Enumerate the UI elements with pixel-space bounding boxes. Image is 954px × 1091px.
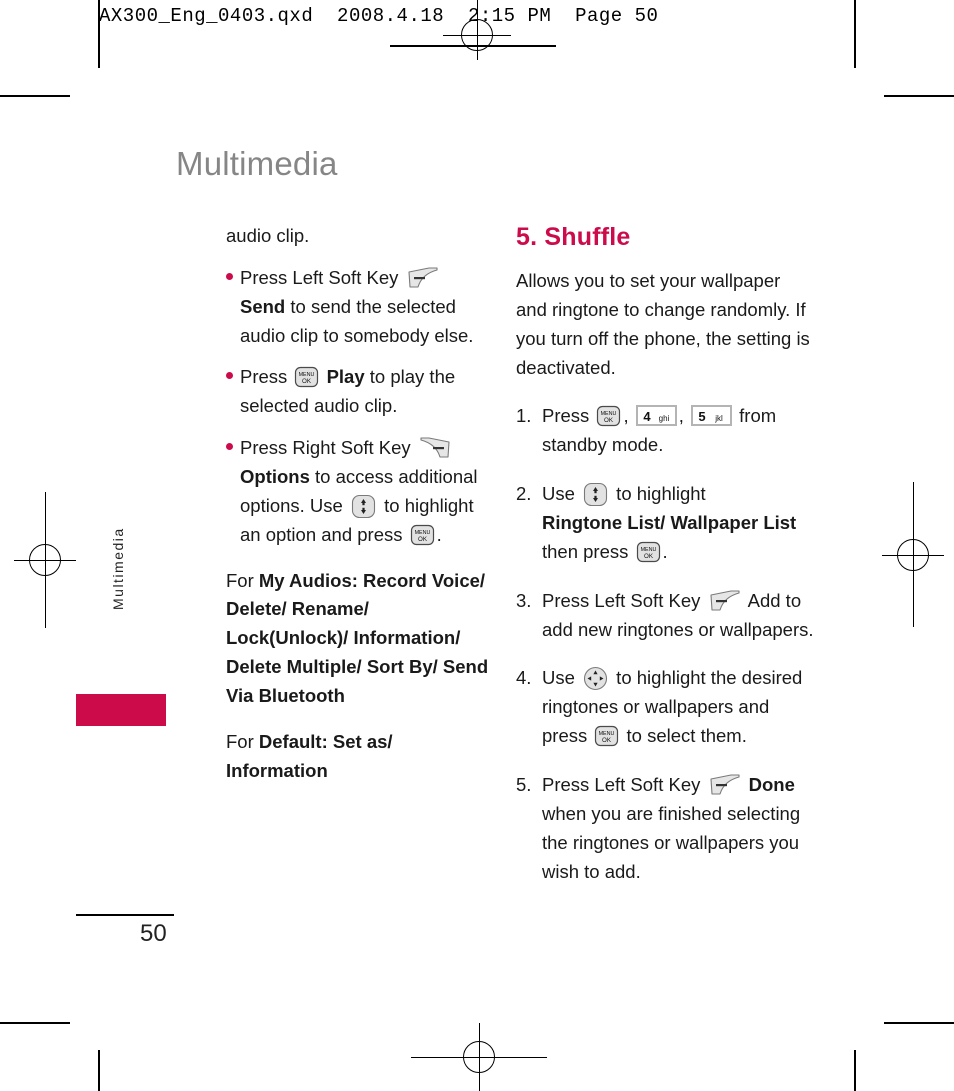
list-item: Press MENU OK Play to play the selected a… <box>226 363 494 421</box>
default-paragraph: For Default: Set as/ Information <box>226 730 393 781</box>
list-item: Press Left Soft Key Send to send the sel… <box>226 264 494 351</box>
svg-text:jkl: jkl <box>714 414 723 423</box>
svg-text:4: 4 <box>643 409 651 424</box>
step-number: 1. <box>516 405 532 427</box>
slug-underline <box>390 45 556 47</box>
registration-mark-right <box>882 482 944 627</box>
chapter-tab <box>76 694 166 726</box>
fourway-nav-key-icon <box>583 666 608 691</box>
menu-ok-key-icon: MENU OK <box>410 524 435 546</box>
step-number: 3. <box>516 589 532 611</box>
svg-text:OK: OK <box>418 536 428 543</box>
left-soft-key-icon <box>709 774 741 796</box>
svg-text:OK: OK <box>644 553 654 560</box>
section-intro-paragraph: Allows you to set your wallpaper and rin… <box>516 270 810 378</box>
section-heading: 5. Shuffle <box>516 223 631 251</box>
list-item: Press Right Soft Key Options to access a… <box>226 434 494 549</box>
left-soft-key-icon <box>407 267 439 289</box>
registration-mark-left <box>14 492 76 628</box>
menu-ok-key-icon: MENU OK <box>294 366 319 388</box>
list-item: 2. Use to highlight Ringtone List/ Wallp… <box>516 480 816 567</box>
crop-mark-bottom-left-vertical <box>98 1050 100 1091</box>
svg-text:OK: OK <box>602 737 612 744</box>
svg-text:5: 5 <box>698 409 705 424</box>
left-column: audio clip. Press Left Soft Key Send to … <box>226 222 494 799</box>
chapter-side-label: Multimedia <box>110 527 126 610</box>
list-item: 3. Press Left Soft Key Add to add new ri… <box>516 587 816 645</box>
list-item: 4. Use to highlight the desired ringtone… <box>516 664 816 751</box>
right-column: 5. Shuffle Allows you to set your wallpa… <box>516 218 816 906</box>
crop-mark-bottom-left-horizontal <box>0 1022 70 1024</box>
list-item: 1. Press MENU OK , 4 ghi , 5 jkl from stand… <box>516 402 816 460</box>
print-slug: AX300_Eng_0403.qxd 2008.4.18 2:15 PM Pag… <box>99 5 659 27</box>
updown-nav-key-icon <box>583 482 608 507</box>
step-number: 4. <box>516 667 532 689</box>
folio-rule <box>76 914 174 916</box>
crop-mark-bottom-right-vertical <box>854 1050 856 1091</box>
step-number: 2. <box>516 483 532 505</box>
svg-text:ghi: ghi <box>658 414 669 423</box>
left-soft-key-icon <box>709 590 741 612</box>
left-bullet-list: Press Left Soft Key Send to send the sel… <box>226 264 494 550</box>
keypad-key-5-icon: 5 jkl <box>691 405 732 427</box>
left-intro-paragraph: audio clip. <box>226 225 310 246</box>
menu-ok-key-icon: MENU OK <box>636 541 661 563</box>
updown-nav-key-icon <box>351 494 376 519</box>
crop-mark-bottom-right-horizontal <box>884 1022 954 1024</box>
crop-mark-top-right-horizontal <box>884 95 954 97</box>
menu-ok-key-icon: MENU OK <box>594 725 619 747</box>
step-list: 1. Press MENU OK , 4 ghi , 5 jkl from stand… <box>516 402 816 886</box>
page-number: 50 <box>140 920 167 947</box>
step-number: 5. <box>516 774 532 796</box>
crop-mark-top-right-vertical <box>854 0 856 68</box>
keypad-key-4-icon: 4 ghi <box>635 405 677 427</box>
page-title: Multimedia <box>176 145 338 182</box>
crop-mark-top-left-horizontal <box>0 95 70 97</box>
svg-text:OK: OK <box>604 417 614 424</box>
my-audios-paragraph: For My Audios: Record Voice/ Delete/ Ren… <box>226 569 489 707</box>
menu-ok-key-icon: MENU OK <box>596 405 621 427</box>
svg-text:OK: OK <box>302 378 312 385</box>
right-soft-key-icon <box>419 437 451 459</box>
registration-mark-bottom <box>411 1023 547 1091</box>
list-item: 5. Press Left Soft Key Done when you are… <box>516 771 816 886</box>
